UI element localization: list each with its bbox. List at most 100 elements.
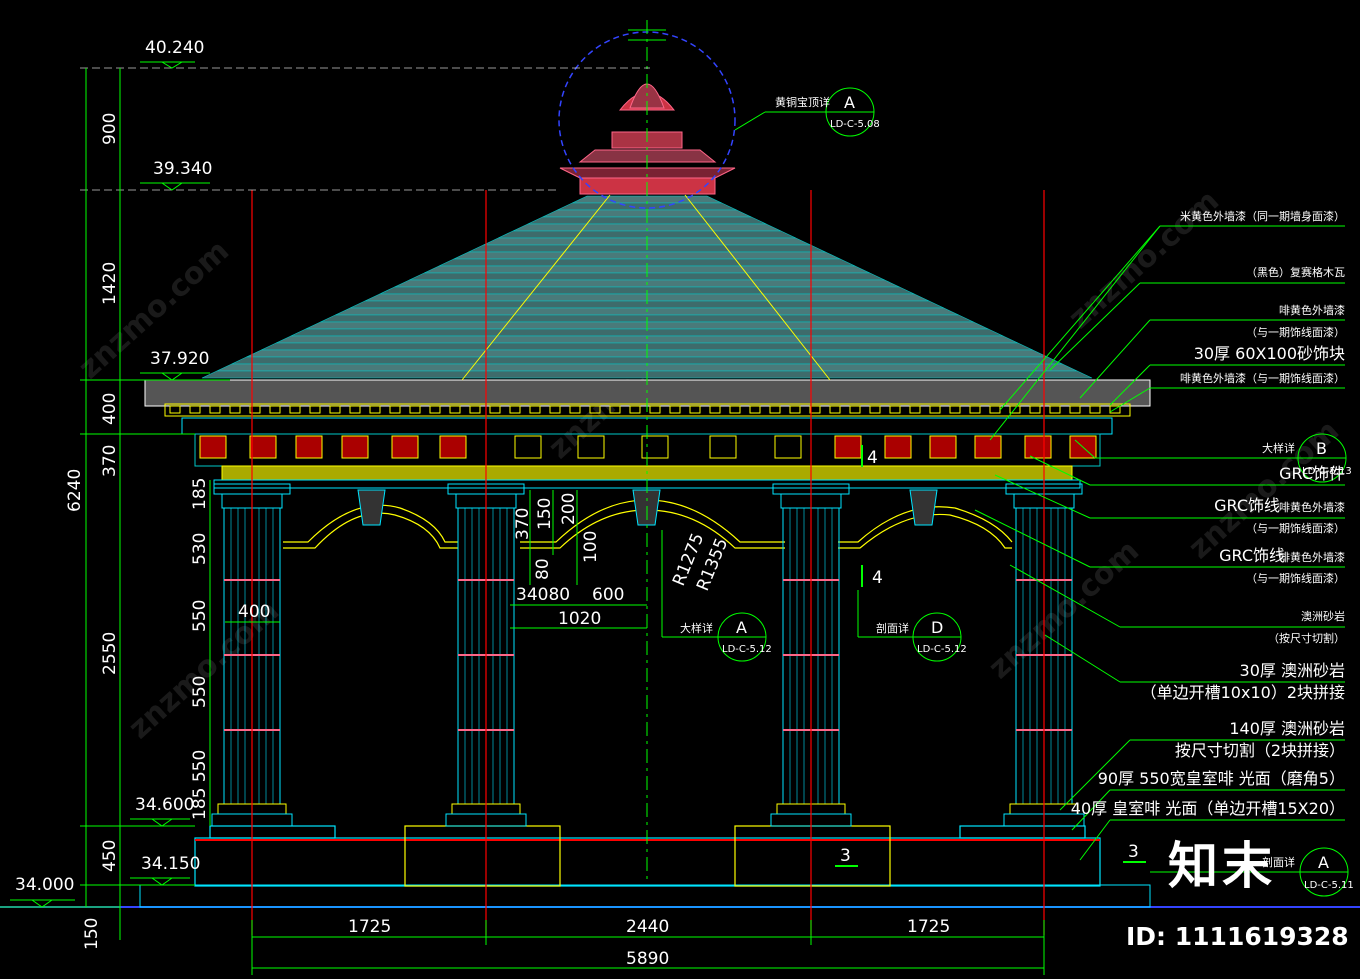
dim-label: 400 bbox=[100, 393, 120, 425]
note-text: （单边开槽10x10）2块拼接 bbox=[1141, 683, 1345, 702]
callout-letter: A bbox=[844, 93, 855, 112]
dentil bbox=[269, 405, 281, 414]
dentil bbox=[209, 405, 221, 414]
callout-letter: B bbox=[1316, 439, 1327, 458]
note-text: 米黄色外墙漆（同一期墙身面漆） bbox=[1180, 209, 1345, 223]
dim-label: 2550 bbox=[100, 632, 120, 675]
bracket bbox=[709, 435, 737, 459]
level-label: 34.600 bbox=[135, 795, 194, 815]
bracket bbox=[884, 435, 912, 459]
dentil bbox=[789, 405, 801, 414]
level-label: 37.920 bbox=[150, 349, 209, 369]
level-label: 39.340 bbox=[153, 159, 212, 179]
dim-label: 370 bbox=[100, 445, 120, 477]
dentil bbox=[1029, 405, 1041, 414]
section-mark-label: 4 bbox=[872, 568, 883, 588]
roof-course bbox=[231, 356, 1063, 365]
dentil bbox=[729, 405, 741, 414]
note-text: 啡黄色外墙漆（与一期饰线面漆） bbox=[1180, 371, 1345, 385]
note-text: 澳洲砂岩 bbox=[1301, 609, 1345, 623]
dentil bbox=[1009, 405, 1021, 414]
note-text: 90厚 550宽皇室啡 光面（磨角5） bbox=[1098, 769, 1345, 788]
callout-ref: LD-C-5.08 bbox=[830, 119, 880, 130]
dentil bbox=[749, 405, 761, 414]
brand-watermark: 知末 ID: 1111619328 bbox=[1126, 838, 1358, 951]
bracket bbox=[641, 435, 669, 459]
note-leaders bbox=[974, 225, 1345, 861]
bracket bbox=[929, 435, 957, 459]
dim-label: 900 bbox=[100, 113, 120, 145]
note-text: 按尺寸切割（2块拼接） bbox=[1175, 741, 1345, 760]
dim-label: 600 bbox=[592, 585, 624, 605]
base-slab bbox=[139, 884, 1151, 908]
dim-label: 2440 bbox=[626, 917, 669, 937]
dentil bbox=[469, 405, 481, 414]
watermark-text: znzmo.com bbox=[982, 533, 1146, 686]
roof-course bbox=[557, 202, 737, 211]
note-text: 140厚 澳洲砂岩 bbox=[1229, 719, 1345, 738]
dentil bbox=[869, 405, 881, 414]
dim-label: 150 bbox=[82, 918, 102, 950]
bracket bbox=[439, 435, 467, 459]
cad-drawing-canvas: znzmo.com znzmo.com znzmo.com znzmo.com … bbox=[0, 0, 1360, 979]
dentil bbox=[1069, 405, 1081, 414]
dentil bbox=[629, 405, 641, 414]
section-mark-label: 3 bbox=[1128, 842, 1139, 862]
pavilion-elevation-drawing: znzmo.com znzmo.com znzmo.com znzmo.com … bbox=[0, 20, 1360, 975]
dentil bbox=[649, 405, 661, 414]
bracket bbox=[774, 435, 802, 459]
dentil bbox=[669, 405, 681, 414]
bracket bbox=[249, 435, 277, 459]
dentil bbox=[529, 405, 541, 414]
level-label: 34.150 bbox=[141, 854, 200, 874]
dentil bbox=[389, 405, 401, 414]
note-text: 30厚 澳洲砂岩 bbox=[1240, 661, 1345, 680]
dentil bbox=[949, 405, 961, 414]
dentil bbox=[1049, 405, 1061, 414]
dim-label: 200 bbox=[559, 493, 579, 525]
dentil bbox=[309, 405, 321, 414]
note-text: GRC饰线 bbox=[1219, 546, 1285, 565]
callout-letter: D bbox=[931, 618, 943, 637]
callout-label: 剖面详 bbox=[876, 621, 909, 635]
watermark-text: znzmo.com bbox=[1062, 183, 1226, 336]
dentil bbox=[449, 405, 461, 414]
dim-label: 1020 bbox=[558, 609, 601, 629]
dim-label: 5890 bbox=[626, 949, 669, 969]
note-text: （黑色）复赛格木瓦 bbox=[1246, 265, 1345, 279]
dim-label: 185 bbox=[190, 478, 210, 510]
dentil bbox=[929, 405, 941, 414]
bracket bbox=[514, 435, 542, 459]
dentil bbox=[969, 405, 981, 414]
dim-label: 400 bbox=[238, 602, 270, 622]
level-label: 40.240 bbox=[145, 38, 204, 58]
callout-D-section: 剖面详 D LD-C-5.12 bbox=[857, 590, 967, 662]
dentil bbox=[289, 405, 301, 414]
dentil bbox=[769, 405, 781, 414]
callout-label: 大样详 bbox=[680, 621, 713, 635]
section-mark-label: 4 bbox=[867, 448, 878, 468]
callout-A-finial: 黄铜宝顶详 A LD-C-5.08 bbox=[734, 87, 880, 137]
bracket bbox=[391, 435, 419, 459]
dim-label: 370 bbox=[513, 508, 533, 540]
dim-label: 6240 bbox=[65, 469, 85, 512]
note-text: 啡黄色外墙漆 bbox=[1279, 500, 1345, 514]
note-text: 40厚 皇室啡 光面（单边开槽15X20） bbox=[1071, 799, 1345, 818]
dim-label: 550 bbox=[190, 676, 210, 708]
dentil bbox=[349, 405, 361, 414]
dim-label: 185 550 bbox=[190, 750, 210, 820]
dim-label: 1725 bbox=[348, 917, 391, 937]
dentil bbox=[369, 405, 381, 414]
vertical-dim-labels: 900 1420 400 370 6240 2550 450 150 185 5… bbox=[65, 113, 211, 950]
bracket bbox=[199, 435, 227, 459]
bracket bbox=[834, 435, 862, 459]
bracket bbox=[295, 435, 323, 459]
bracket bbox=[341, 435, 369, 459]
dentil bbox=[829, 405, 841, 414]
callout-ref: LD-C-5.12 bbox=[722, 644, 772, 655]
watermark-text: znzmo.com bbox=[1182, 413, 1346, 566]
note-text: 啡黄色外墙漆 bbox=[1279, 303, 1345, 317]
section-mark-label: 3 bbox=[840, 846, 851, 866]
dim-label: 150 bbox=[535, 498, 555, 530]
dim-label: 550 bbox=[190, 600, 210, 632]
